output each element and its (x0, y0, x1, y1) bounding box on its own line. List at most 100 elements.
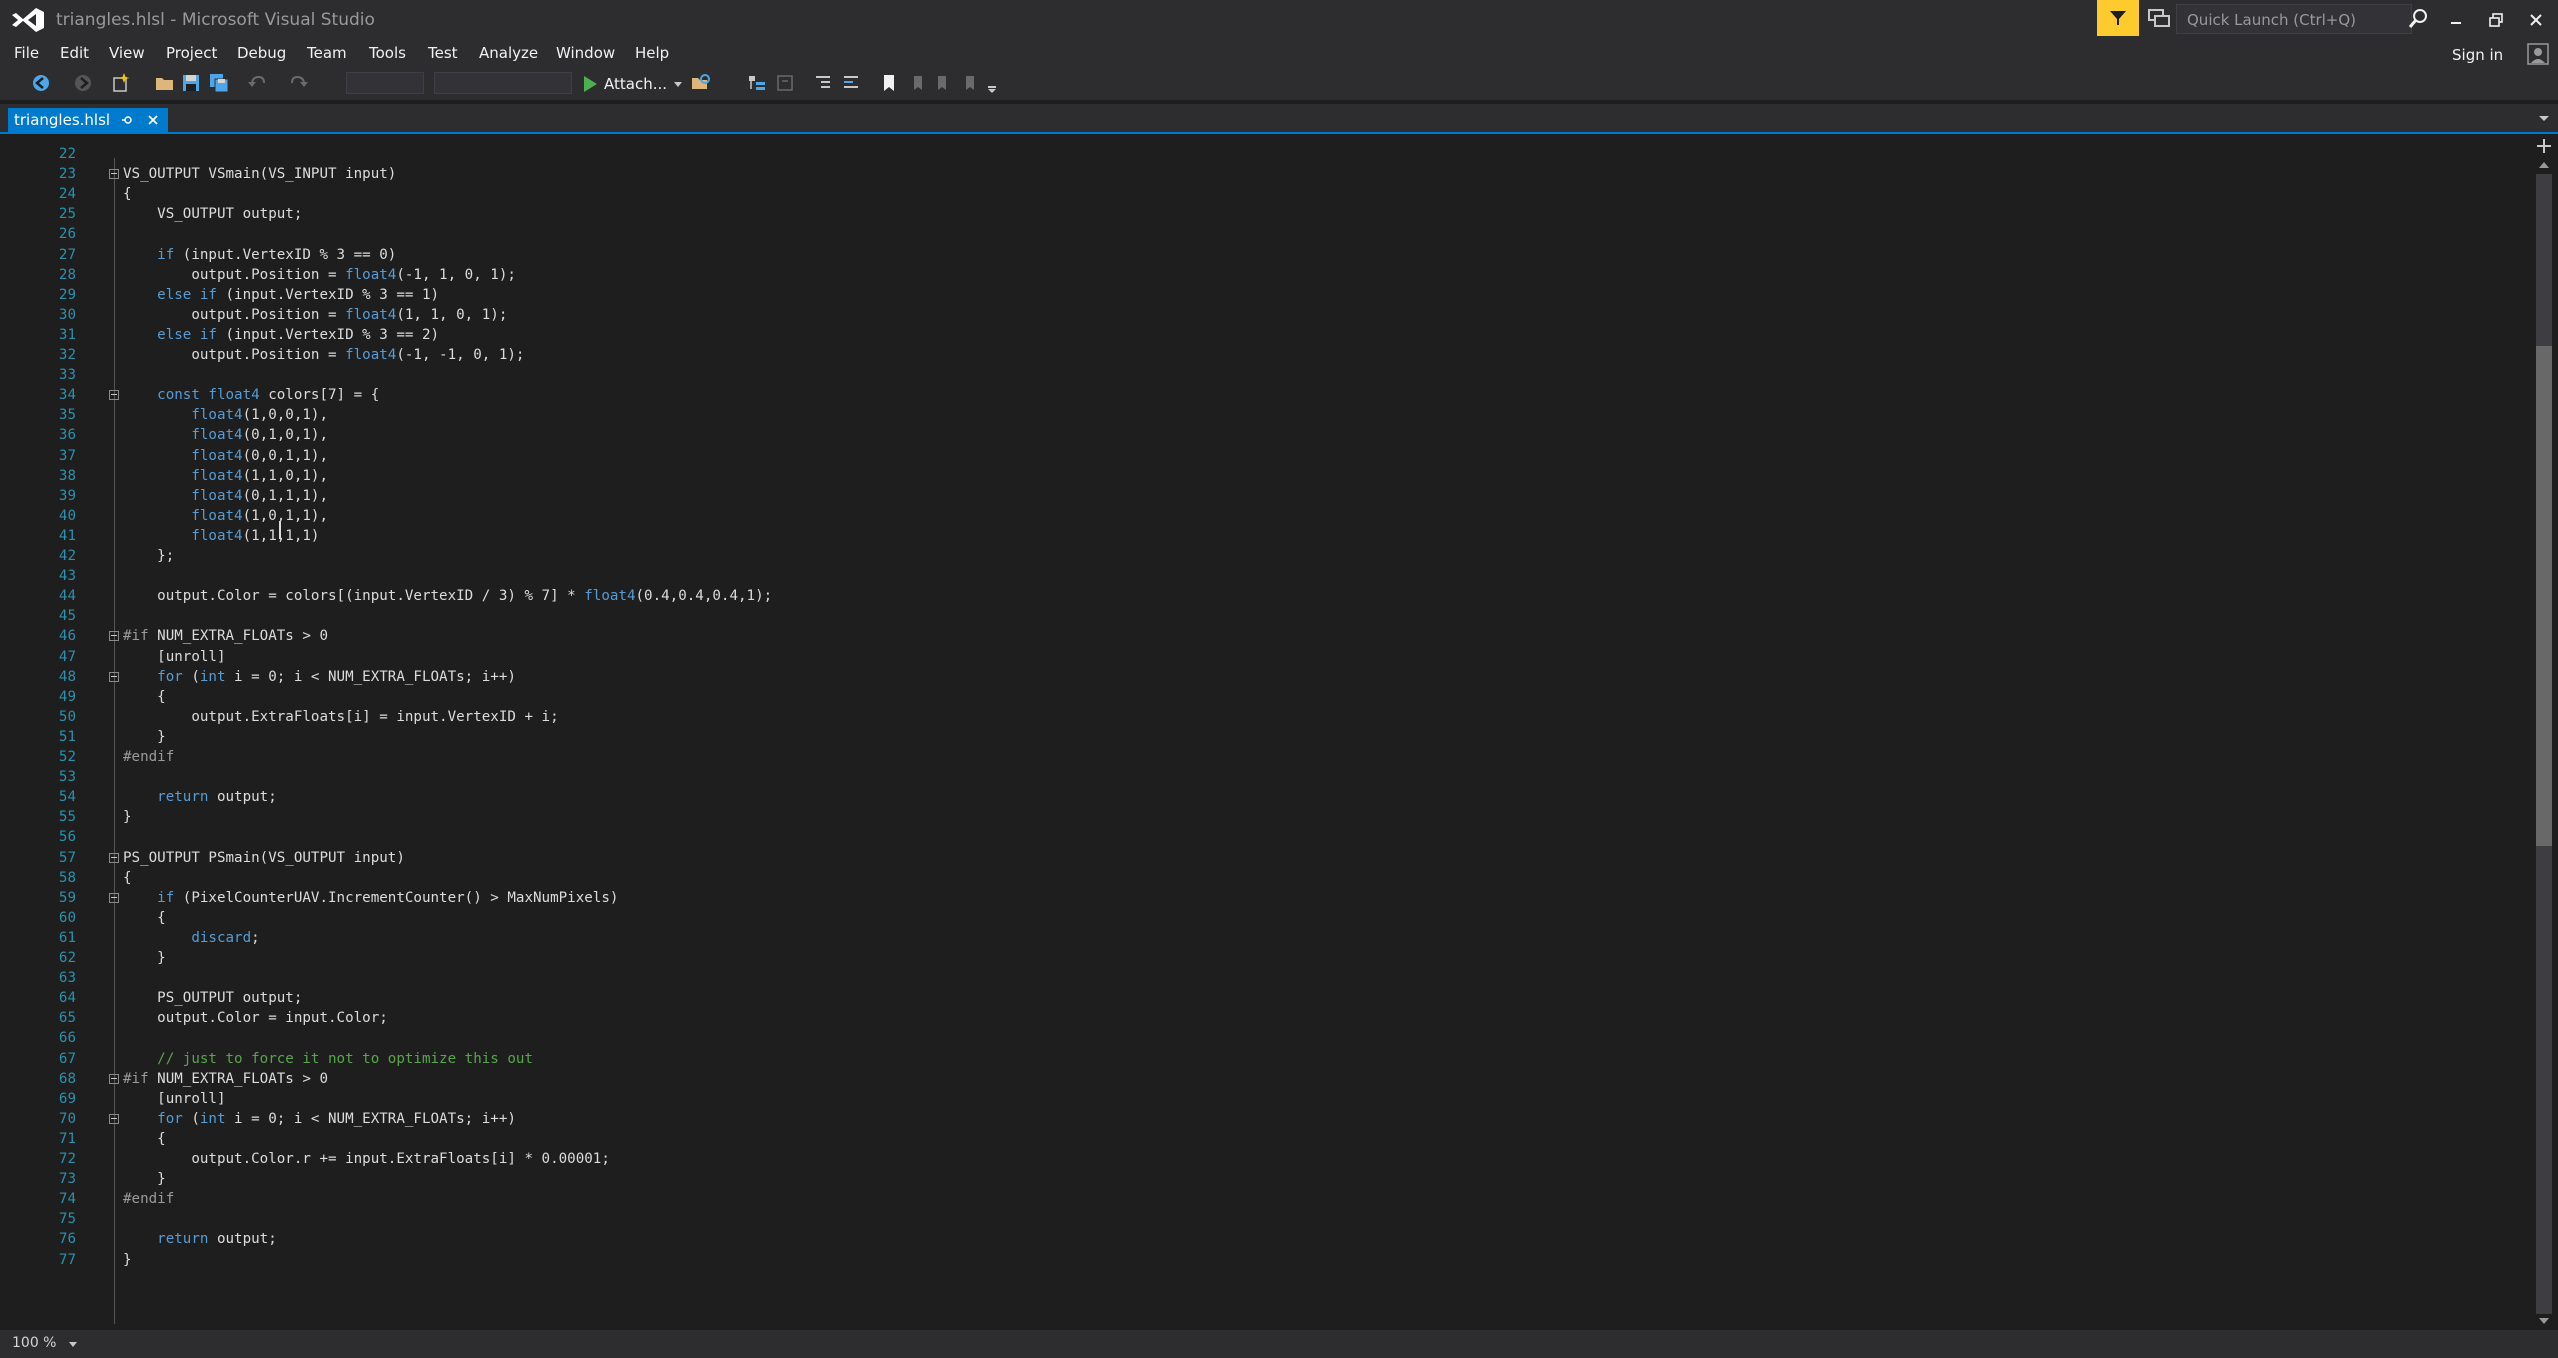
menu-analyze[interactable]: Analyze (479, 44, 538, 62)
code-line[interactable]: 63 (0, 968, 2530, 988)
close-icon[interactable] (146, 113, 160, 127)
code-line[interactable]: 23 VS_OUTPUT VSmain(VS_INPUT input) (0, 164, 2530, 184)
find-in-files-icon[interactable] (690, 72, 712, 94)
previous-bookmark-icon[interactable] (906, 72, 928, 94)
code-line[interactable]: 41 float4(1,1,1,1) (0, 526, 2530, 546)
clear-bookmarks-icon[interactable] (960, 72, 982, 94)
collapse-region-icon[interactable] (109, 1073, 119, 1084)
zoom-chevron-down-icon[interactable] (68, 1339, 78, 1349)
code-line[interactable]: 44 output.Color = colors[(input.VertexID… (0, 586, 2530, 606)
menu-test[interactable]: Test (428, 44, 458, 62)
code-line[interactable]: 42 }; (0, 546, 2530, 566)
next-bookmark-icon[interactable] (932, 72, 954, 94)
menu-team[interactable]: Team (307, 44, 347, 62)
code-line[interactable]: 24 { (0, 184, 2530, 204)
redo-icon[interactable] (288, 72, 310, 94)
code-line[interactable]: 75 (0, 1209, 2530, 1229)
search-icon[interactable] (2406, 6, 2430, 32)
tab-overflow-chevron-down-icon[interactable] (2536, 110, 2552, 126)
code-line[interactable]: 43 (0, 566, 2530, 586)
code-line[interactable]: 27 if (input.VertexID % 3 == 0) (0, 245, 2530, 265)
bookmark-icon[interactable] (878, 72, 900, 94)
code-line[interactable]: 72 output.Color.r += input.ExtraFloats[i… (0, 1149, 2530, 1169)
vertical-scrollbar-thumb[interactable] (2536, 346, 2552, 846)
menu-edit[interactable]: Edit (60, 44, 89, 62)
code-line[interactable]: 62 } (0, 948, 2530, 968)
back-icon[interactable] (30, 72, 52, 94)
menu-view[interactable]: View (109, 44, 145, 62)
code-line[interactable]: 31 else if (input.VertexID % 3 == 2) (0, 325, 2530, 345)
code-line[interactable]: 68 #if NUM_EXTRA_FLOATs > 0 (0, 1069, 2530, 1089)
outdent-icon[interactable] (840, 72, 862, 94)
class-view-icon[interactable] (746, 72, 768, 94)
zoom-level[interactable]: 100 % (12, 1335, 56, 1351)
code-line[interactable]: 22 (0, 144, 2530, 164)
new-project-icon[interactable] (110, 72, 132, 94)
feedback-icon[interactable] (2145, 6, 2173, 32)
notifications-flag[interactable] (2097, 0, 2139, 36)
code-line[interactable]: 34 const float4 colors[7] = { (0, 385, 2530, 405)
code-line[interactable]: 45 (0, 606, 2530, 626)
code-line[interactable]: 40 float4(1,0,1,1), (0, 506, 2530, 526)
code-line[interactable]: 49 { (0, 687, 2530, 707)
split-window-icon[interactable] (2534, 136, 2554, 156)
menu-project[interactable]: Project (166, 44, 217, 62)
code-line[interactable]: 73 } (0, 1169, 2530, 1189)
code-line[interactable]: 64 PS_OUTPUT output; (0, 988, 2530, 1008)
code-line[interactable]: 36 float4(0,1,0,1), (0, 425, 2530, 445)
menu-tools[interactable]: Tools (369, 44, 406, 62)
attach-button[interactable]: Attach... (582, 72, 683, 96)
toolbar-options-icon[interactable] (986, 72, 998, 94)
account-icon[interactable] (2526, 42, 2550, 66)
code-line[interactable]: 30 output.Position = float4(1, 1, 0, 1); (0, 305, 2530, 325)
indent-icon[interactable] (812, 72, 834, 94)
code-line[interactable]: 67 // just to force it not to optimize t… (0, 1049, 2530, 1069)
collapse-region-icon[interactable] (109, 631, 119, 642)
code-line[interactable]: 28 output.Position = float4(-1, 1, 0, 1)… (0, 265, 2530, 285)
code-line[interactable]: 48 for (int i = 0; i < NUM_EXTRA_FLOATs;… (0, 667, 2530, 687)
code-line[interactable]: 37 float4(0,0,1,1), (0, 446, 2530, 466)
code-line[interactable]: 65 output.Color = input.Color; (0, 1008, 2530, 1028)
code-line[interactable]: 77} (0, 1250, 2530, 1270)
code-line[interactable]: 33 (0, 365, 2530, 385)
collapse-region-icon[interactable] (109, 169, 119, 180)
scroll-up-icon[interactable] (2536, 158, 2552, 172)
code-line[interactable]: 60 { (0, 908, 2530, 928)
code-line[interactable]: 61 discard; (0, 928, 2530, 948)
code-editor[interactable]: 22 23 VS_OUTPUT VSmain(VS_INPUT input) 24 {2… (0, 134, 2530, 1324)
collapse-region-icon[interactable] (109, 671, 119, 682)
menu-file[interactable]: File (14, 44, 39, 62)
code-line[interactable]: 29 else if (input.VertexID % 3 == 1) (0, 285, 2530, 305)
code-line[interactable]: 69 [unroll] (0, 1089, 2530, 1109)
code-line[interactable]: 66 (0, 1028, 2530, 1048)
code-line[interactable]: 53 (0, 767, 2530, 787)
menu-help[interactable]: Help (635, 44, 669, 62)
tab-triangles-hlsl[interactable]: triangles.hlsl (8, 108, 169, 132)
minimize-button[interactable] (2438, 4, 2474, 36)
code-line[interactable]: 76 return output; (0, 1229, 2530, 1249)
open-file-icon[interactable] (154, 72, 176, 94)
code-line[interactable]: 71 { (0, 1129, 2530, 1149)
solution-platform-dropdown[interactable] (434, 72, 572, 94)
code-line[interactable]: 38 float4(1,1,0,1), (0, 466, 2530, 486)
scroll-down-icon[interactable] (2536, 1314, 2552, 1328)
collapse-icon[interactable] (774, 72, 796, 94)
code-line[interactable]: 25 VS_OUTPUT output; (0, 204, 2530, 224)
save-icon[interactable] (180, 72, 202, 94)
code-line[interactable]: 54 return output; (0, 787, 2530, 807)
collapse-region-icon[interactable] (109, 390, 119, 401)
collapse-region-icon[interactable] (109, 852, 119, 863)
code-line[interactable]: 70 for (int i = 0; i < NUM_EXTRA_FLOATs;… (0, 1109, 2530, 1129)
quick-launch-input[interactable]: Quick Launch (Ctrl+Q) (2176, 4, 2412, 34)
pin-icon[interactable] (122, 114, 134, 126)
collapse-region-icon[interactable] (109, 1113, 119, 1124)
code-line[interactable]: 52 #endif (0, 747, 2530, 767)
code-line[interactable]: 58 { (0, 868, 2530, 888)
code-line[interactable]: 32 output.Position = float4(-1, -1, 0, 1… (0, 345, 2530, 365)
horizontal-scrollbar-track[interactable] (84, 1336, 2524, 1352)
code-line[interactable]: 57 PS_OUTPUT PSmain(VS_OUTPUT input) (0, 848, 2530, 868)
menu-window[interactable]: Window (556, 44, 615, 62)
code-line[interactable]: 59 if (PixelCounterUAV.IncrementCounter(… (0, 888, 2530, 908)
code-line[interactable]: 26 (0, 224, 2530, 244)
save-all-icon[interactable] (208, 72, 230, 94)
